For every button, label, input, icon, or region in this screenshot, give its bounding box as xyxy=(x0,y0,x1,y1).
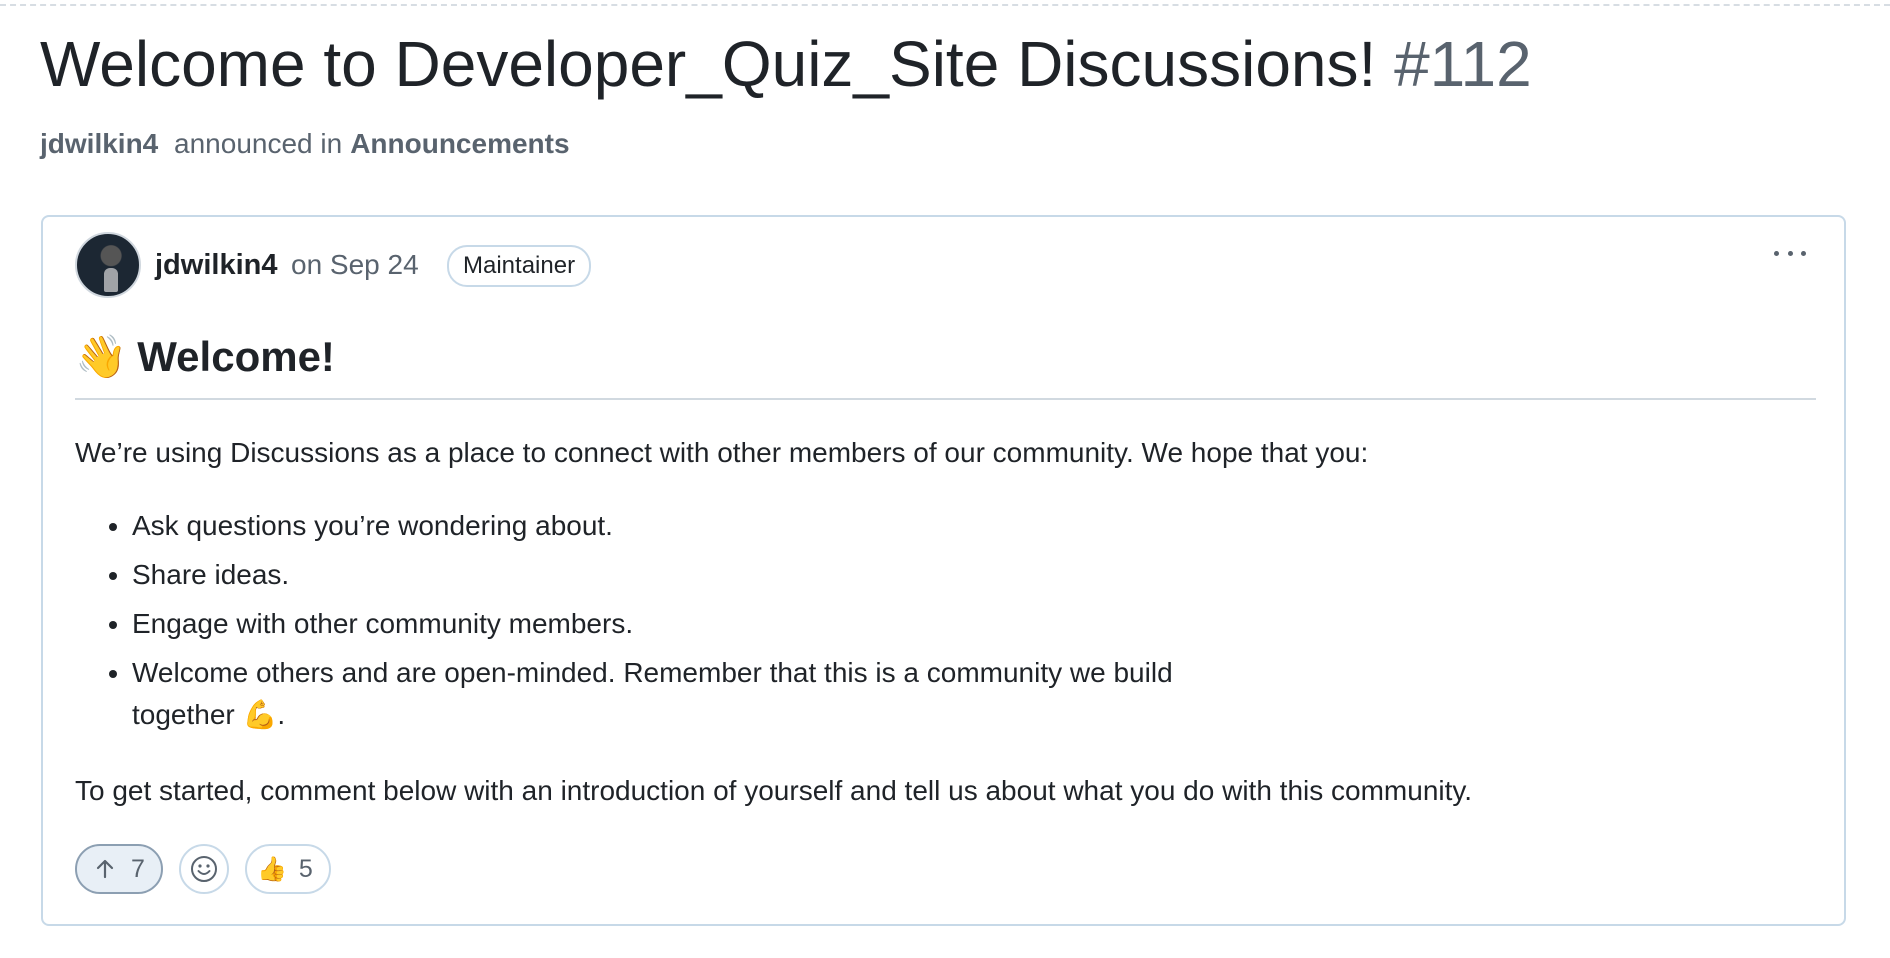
post-outro: To get started, comment below with an in… xyxy=(75,775,1473,806)
meta-action: announced in xyxy=(174,128,343,159)
maintainer-badge: Maintainer xyxy=(447,245,592,287)
kebab-dot xyxy=(1801,250,1806,256)
post-date[interactable]: on Sep 24 xyxy=(291,245,419,285)
list-item-text: Welcome others and are open-minded. Reme… xyxy=(132,657,1173,730)
post-heading: 👋 Welcome! xyxy=(75,329,335,385)
discussion-title: Welcome to Developer_Quiz_Site Discussio… xyxy=(40,20,1532,108)
kebab-dot xyxy=(1787,250,1793,256)
upvote-count: 7 xyxy=(131,854,145,883)
meta-author-link[interactable]: jdwilkin4 xyxy=(40,128,158,159)
add-reaction-button[interactable] xyxy=(179,844,229,894)
smiley-icon xyxy=(191,856,217,882)
thumbs-up-reaction-button[interactable]: 👍 5 xyxy=(245,844,331,894)
waving-hand-icon: 👋 xyxy=(75,332,128,381)
post-author-link[interactable]: jdwilkin4 xyxy=(155,245,277,285)
discussion-post-card: jdwilkin4 on Sep 24 Maintainer 👋 Welcome!… xyxy=(41,215,1846,926)
post-intro: We’re using Discussions as a place to co… xyxy=(75,437,1369,468)
thumbs-up-count: 5 xyxy=(298,854,313,883)
avatar[interactable] xyxy=(75,232,141,298)
thumbs-up-icon: 👍 xyxy=(257,855,287,883)
post-bullet-list: Ask questions you’re wondering about. Sh… xyxy=(75,505,1232,743)
post-heading-text: Welcome! xyxy=(137,333,335,380)
heading-divider xyxy=(75,398,1816,400)
list-item: Share ideas. xyxy=(132,554,1232,596)
upvote-button[interactable]: 7 xyxy=(75,844,163,894)
list-item: Welcome others and are open-minded. Reme… xyxy=(132,652,1232,736)
list-item: Ask questions you’re wondering about. xyxy=(132,505,1232,547)
kebab-dot xyxy=(1774,250,1779,256)
list-item-end: . xyxy=(277,699,286,730)
list-item: Engage with other community members. xyxy=(132,603,1232,645)
discussion-meta: jdwilkin4 announced in Announcements xyxy=(40,124,570,164)
discussion-title-text: Welcome to Developer_Quiz_Site Discussio… xyxy=(40,28,1377,100)
kebab-horizontal-icon[interactable] xyxy=(1768,239,1812,267)
top-divider xyxy=(0,4,1890,6)
reactions-bar: 7 👍 5 xyxy=(75,844,331,894)
arrow-up-icon xyxy=(96,859,114,879)
flexed-biceps-icon: 💪 xyxy=(242,698,278,731)
meta-category-link[interactable]: Announcements xyxy=(350,128,569,159)
discussion-number: #112 xyxy=(1394,28,1532,100)
